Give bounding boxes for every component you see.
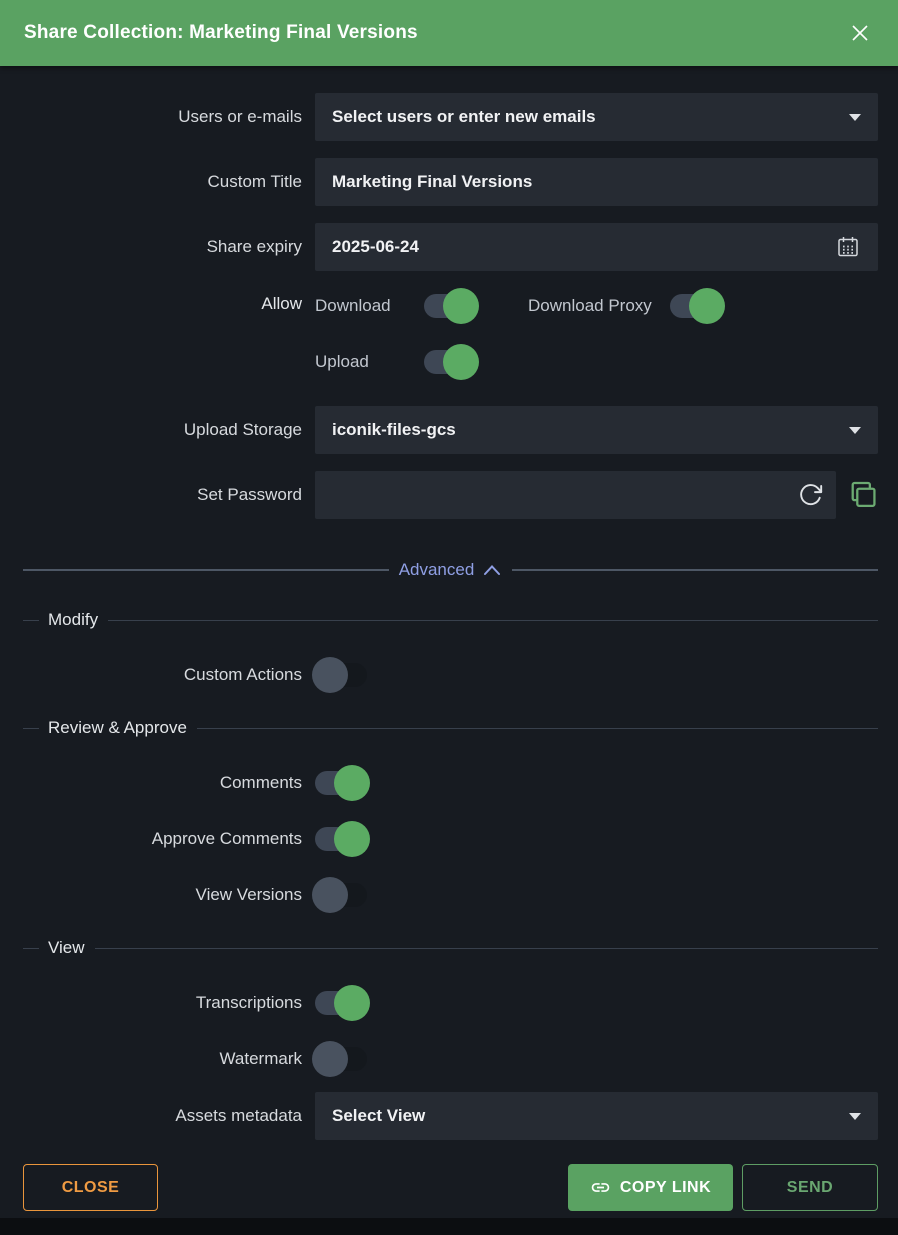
assets-metadata-row: Assets metadata Select View [23,1092,878,1140]
section-header-review-approve: Review & Approve [23,718,878,738]
custom-title-input[interactable] [315,158,878,206]
section-line [108,620,878,621]
section-dash [23,620,39,621]
section-dash [23,948,39,949]
upload-storage-select[interactable]: iconik-files-gcs [315,406,878,454]
share-expiry-input[interactable]: 2025-06-24 [315,223,878,271]
download-proxy-toggle[interactable] [670,294,722,318]
copy-link-button-label: COPY LINK [620,1179,711,1197]
assets-metadata-label: Assets metadata [23,1106,315,1126]
approve-comments-label: Approve Comments [23,829,315,849]
allow-upload-item: Upload [315,344,528,380]
share-expiry-value: 2025-06-24 [332,237,419,257]
comments-row: Comments [23,765,878,801]
caret-down-icon [849,1113,861,1120]
users-label: Users or e-mails [23,107,315,127]
toggle-knob [312,877,348,913]
section-header-view: View [23,938,878,958]
allow-download-proxy-item: Download Proxy [528,288,878,324]
section-title: View [48,938,85,958]
section-header-modify: Modify [23,610,878,630]
custom-title-label: Custom Title [23,172,315,192]
toggle-knob [312,657,348,693]
download-toggle-label: Download [315,296,406,316]
toggle-knob [334,765,370,801]
users-select[interactable]: Select users or enter new emails [315,93,878,141]
share-collection-dialog: Share Collection: Marketing Final Versio… [0,0,898,1218]
custom-actions-label: Custom Actions [23,665,315,685]
copy-icon[interactable] [848,479,878,511]
set-password-label: Set Password [23,485,315,505]
dialog-body: Users or e-mails Select users or enter n… [0,66,898,1140]
dialog-header: Share Collection: Marketing Final Versio… [0,0,898,66]
send-button-label: SEND [787,1179,833,1197]
transcriptions-toggle[interactable] [315,991,367,1015]
custom-actions-row: Custom Actions [23,657,878,693]
advanced-label: Advanced [399,560,475,580]
download-toggle[interactable] [424,294,476,318]
watermark-toggle[interactable] [315,1047,367,1071]
custom-actions-toggle[interactable] [315,663,367,687]
link-icon [590,1177,611,1198]
upload-storage-value: iconik-files-gcs [332,420,456,440]
toggle-knob [312,1041,348,1077]
approve-comments-toggle[interactable] [315,827,367,851]
allow-download-item: Download [315,288,528,324]
send-button[interactable]: SEND [742,1164,878,1211]
upload-storage-row: Upload Storage iconik-files-gcs [23,406,878,454]
view-versions-toggle[interactable] [315,883,367,907]
toggle-knob [443,288,479,324]
transcriptions-row: Transcriptions [23,985,878,1021]
divider-line [23,569,389,571]
dialog-footer: CLOSE COPY LINK SEND [0,1140,898,1235]
password-input[interactable] [332,471,797,519]
assets-metadata-value: Select View [332,1106,425,1126]
password-field [315,471,836,519]
toggle-knob [443,344,479,380]
allow-label: Allow [23,288,315,314]
upload-storage-label: Upload Storage [23,420,315,440]
allow-row: Allow Download Download Proxy Upload [23,288,878,380]
refresh-icon[interactable] [797,482,824,509]
section-line [197,728,878,729]
advanced-divider: Advanced [23,555,878,585]
approve-comments-row: Approve Comments [23,821,878,857]
set-password-row: Set Password [23,471,878,519]
share-expiry-row: Share expiry 2025-06-24 [23,223,878,271]
view-versions-label: View Versions [23,885,315,905]
comments-label: Comments [23,773,315,793]
section-title: Modify [48,610,98,630]
dialog-title: Share Collection: Marketing Final Versio… [24,22,418,44]
watermark-row: Watermark [23,1041,878,1077]
close-icon[interactable] [846,19,874,47]
copy-link-button[interactable]: COPY LINK [568,1164,733,1211]
toggle-knob [334,985,370,1021]
upload-toggle[interactable] [424,350,476,374]
transcriptions-label: Transcriptions [23,993,315,1013]
toggle-knob [334,821,370,857]
upload-toggle-label: Upload [315,352,406,372]
chevron-up-icon [482,563,502,577]
view-versions-row: View Versions [23,877,878,913]
caret-down-icon [849,114,861,121]
share-expiry-label: Share expiry [23,237,315,257]
watermark-label: Watermark [23,1049,315,1069]
custom-title-row: Custom Title [23,158,878,206]
caret-down-icon [849,427,861,434]
users-select-value: Select users or enter new emails [332,107,596,127]
section-title: Review & Approve [48,718,187,738]
users-row: Users or e-mails Select users or enter n… [23,93,878,141]
advanced-toggle[interactable]: Advanced [389,560,513,580]
close-button-label: CLOSE [62,1179,120,1197]
close-button[interactable]: CLOSE [23,1164,158,1211]
divider-line [512,569,878,571]
assets-metadata-select[interactable]: Select View [315,1092,878,1140]
section-dash [23,728,39,729]
download-proxy-toggle-label: Download Proxy [528,296,652,316]
section-line [95,948,878,949]
comments-toggle[interactable] [315,771,367,795]
calendar-icon[interactable] [835,234,861,260]
toggle-knob [689,288,725,324]
